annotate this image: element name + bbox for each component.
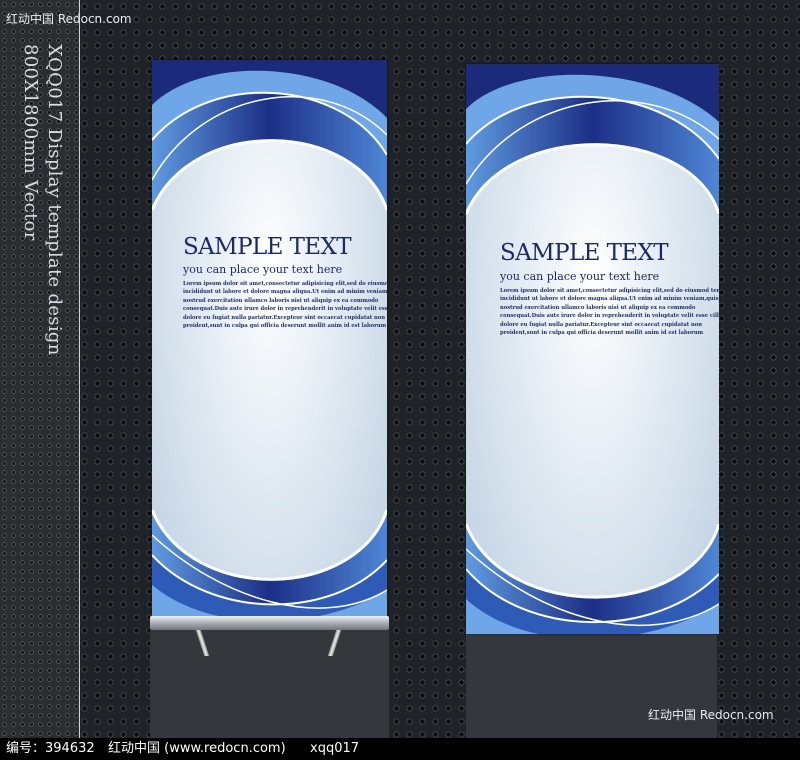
banner-2-body-line: consequat.Duis aute irure dolor in repre… [500,313,719,320]
footer-id: 编号：394632 [6,741,95,756]
banner-1-body-line: consequat.Duis aute irure dolor in repre… [183,306,387,313]
banner-1: SAMPLE TEXT you can place your text here… [152,60,387,616]
watermark-bottom: 红动中国 Redocn.com [648,708,774,722]
panel-divider [79,0,80,738]
banner-1-body-line: Lorem ipsum dolor sit amet,consectetur a… [183,281,387,287]
banner-1-title: SAMPLE TEXT [183,234,352,260]
banner-2-title: SAMPLE TEXT [500,240,669,266]
banner-stand-base [150,616,389,630]
banner-2-body-line: incididunt ut labore et dolore magna ali… [500,296,719,303]
banner-1-waves [152,60,387,616]
vertical-caption: XQQ017 Display template design 800X1800m… [18,44,66,356]
banner-1-body-line: incididunt ut labore et dolore magna ali… [183,289,387,296]
caption-line-1: XQQ017 Display template design [44,44,65,356]
banner-1-body-line: proident,sunt in culpa qui officia deser… [183,323,387,330]
footer-code: xqq017 [310,741,360,756]
footer-site-link[interactable]: 红动中国 (www.redocn.com) [108,738,286,760]
banner-1-subtitle: you can place your text here [183,263,343,276]
banner-2-body-line: proident,sunt in culpa qui officia deser… [500,330,704,337]
footer-bar: 编号：394632 红动中国 (www.redocn.com) xqq017 [0,738,800,760]
banner-2-body-line: Lorem ipsum dolor sit amet,consectetur a… [500,288,719,294]
banner-2-body-line: dolore eu fugiat nulla pariatur.Excepteu… [500,321,702,328]
banner-1-body-line: nostrud exercitation ullamco laboris nis… [183,297,379,304]
banner-2-body-line: nostrud exercitation ullamco laboris nis… [500,304,696,311]
caption-line-2: 800X1800mm Vector [20,44,41,241]
left-panel: XQQ017 Display template design 800X1800m… [0,0,80,738]
banner-2: SAMPLE TEXT you can place your text here… [466,64,719,634]
banner-2-waves [466,64,719,634]
banner-2-body: Lorem ipsum dolor sit amet,consectetur a… [500,287,719,337]
banner-1-body: Lorem ipsum dolor sit amet,consectetur a… [183,280,387,330]
banner-1-shadow [150,630,389,738]
watermark-top: 红动中国 Redocn.com [6,12,132,26]
banner-1-body-line: dolore eu fugiat nulla pariatur.Excepteu… [183,314,385,321]
banner-2-subtitle: you can place your text here [500,270,660,283]
